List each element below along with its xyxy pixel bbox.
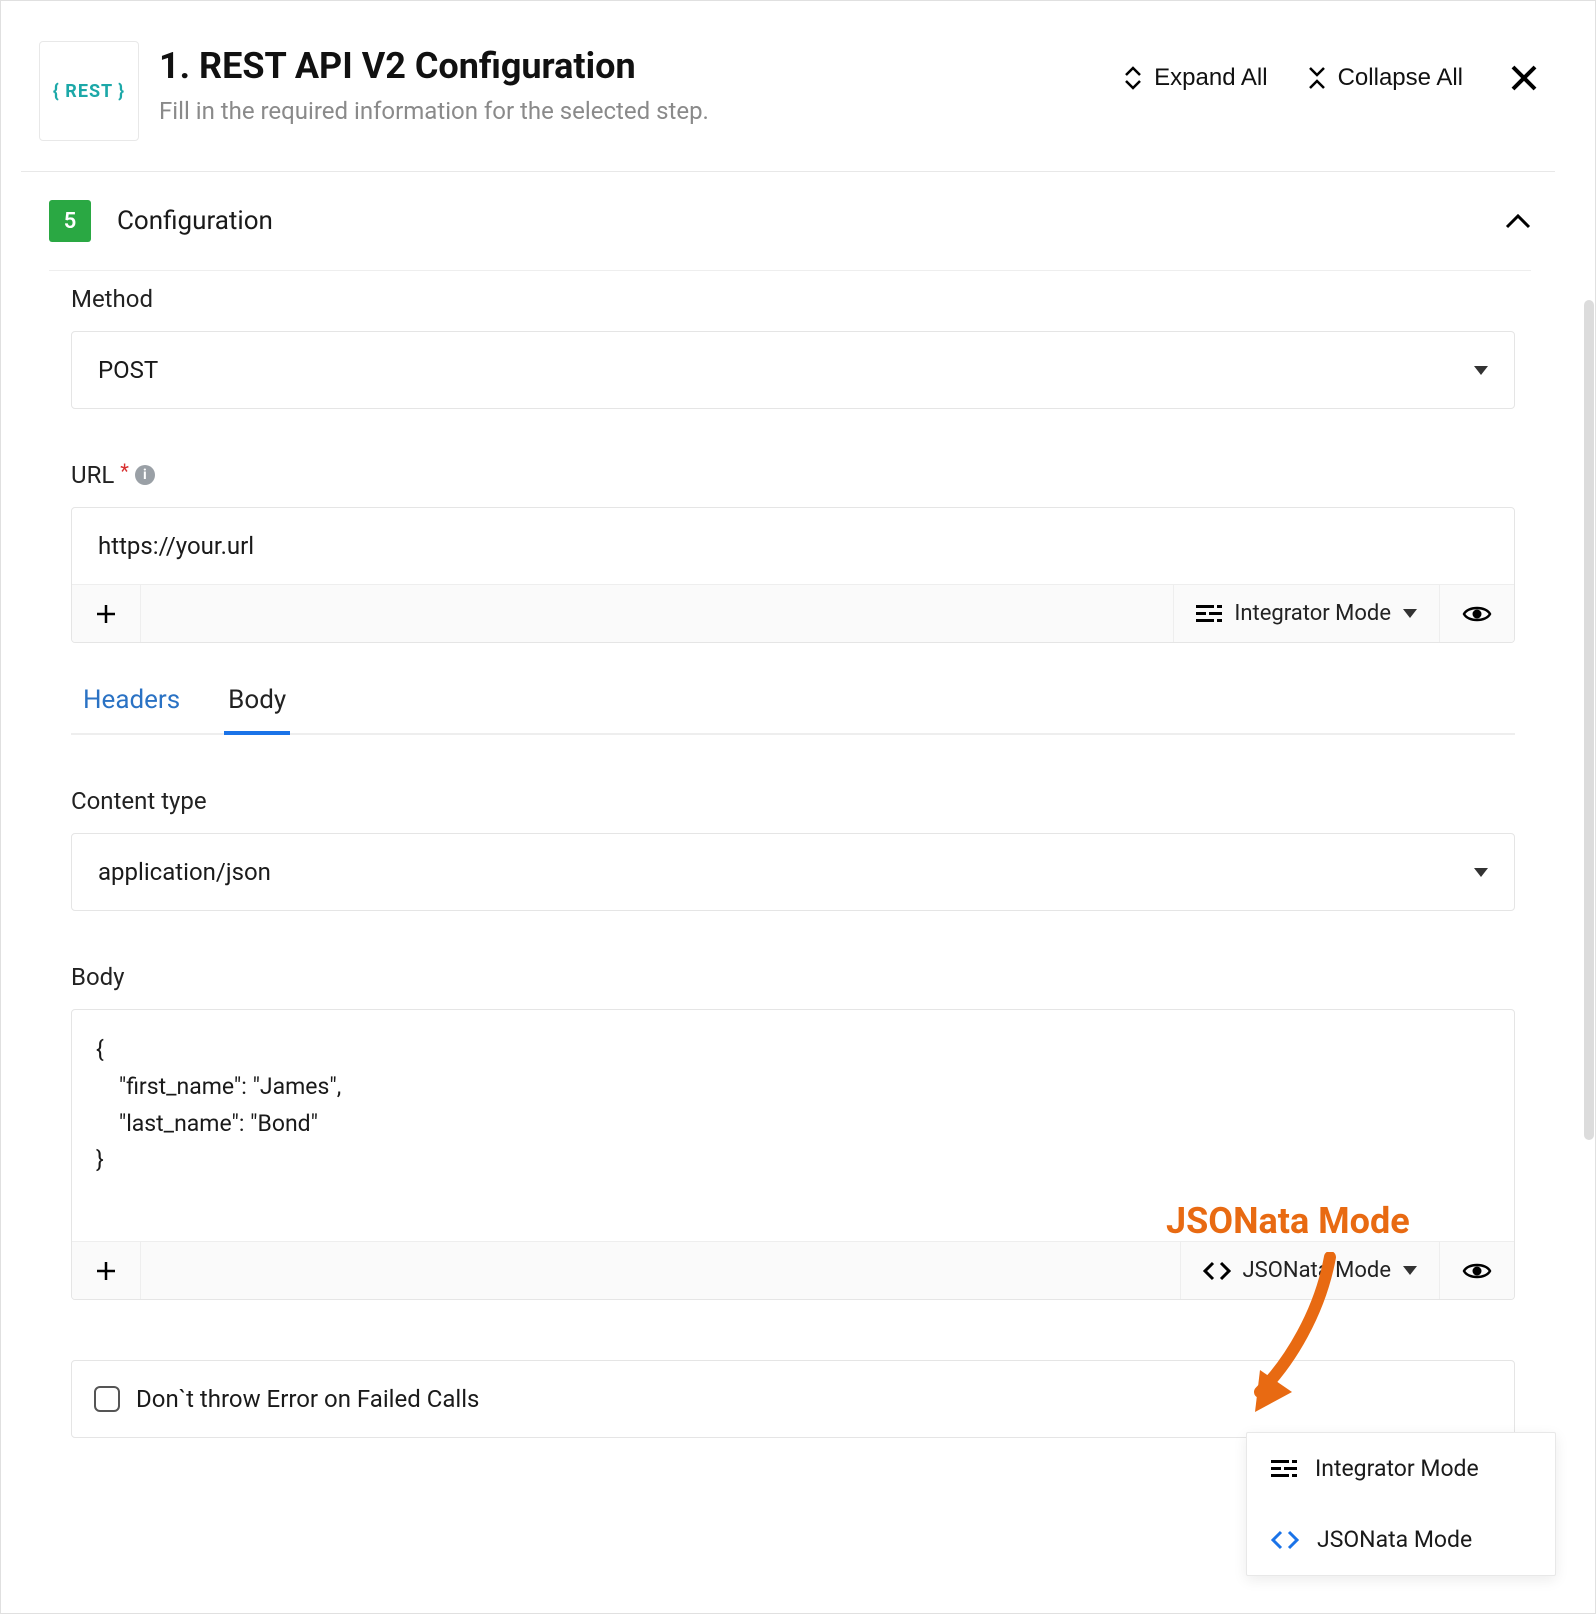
dropdown-item-integrator[interactable]: Integrator Mode bbox=[1247, 1433, 1555, 1504]
collapse-icon bbox=[1308, 65, 1326, 91]
scrollbar[interactable] bbox=[1584, 300, 1594, 1140]
required-asterisk: * bbox=[120, 459, 129, 483]
url-value: https://your.url bbox=[98, 532, 254, 560]
expand-all-label: Expand All bbox=[1154, 64, 1267, 92]
checkbox-label: Don`t throw Error on Failed Calls bbox=[136, 1385, 479, 1413]
chevron-down-icon bbox=[1403, 1266, 1417, 1275]
expand-all-button[interactable]: Expand All bbox=[1124, 64, 1267, 92]
eye-icon bbox=[1462, 1261, 1492, 1281]
collapse-all-button[interactable]: Collapse All bbox=[1308, 64, 1463, 92]
chevron-down-icon bbox=[1474, 366, 1488, 375]
add-button[interactable] bbox=[72, 1242, 141, 1299]
body-line: } bbox=[96, 1142, 1490, 1179]
expand-icon bbox=[1124, 65, 1142, 91]
content-type-select[interactable]: application/json bbox=[71, 833, 1515, 911]
tab-headers[interactable]: Headers bbox=[83, 685, 180, 733]
body-line: { bbox=[96, 1032, 1490, 1069]
integrator-icon bbox=[1271, 1459, 1297, 1479]
url-mode-selector[interactable]: Integrator Mode bbox=[1173, 585, 1440, 642]
plus-icon bbox=[94, 1259, 118, 1283]
dropdown-item-label: Integrator Mode bbox=[1315, 1455, 1479, 1482]
method-label: Method bbox=[71, 285, 1515, 313]
body-line: "last_name": "Bond" bbox=[96, 1106, 1490, 1143]
panel-header: { REST } 1. REST API V2 Configuration Fi… bbox=[21, 11, 1555, 172]
url-mode-label: Integrator Mode bbox=[1234, 601, 1391, 626]
eye-icon bbox=[1462, 604, 1492, 624]
collapse-all-label: Collapse All bbox=[1338, 64, 1463, 92]
close-button[interactable] bbox=[1503, 63, 1545, 93]
integrator-icon bbox=[1196, 604, 1222, 624]
chevron-down-icon bbox=[1474, 868, 1488, 877]
url-field-group: https://your.url Integrator Mode bbox=[71, 507, 1515, 643]
mode-dropdown: Integrator Mode JSONata Mode bbox=[1246, 1432, 1556, 1576]
chevron-down-icon bbox=[1403, 609, 1417, 618]
close-icon bbox=[1509, 63, 1539, 93]
info-icon[interactable]: i bbox=[135, 465, 155, 485]
tab-bar: Headers Body bbox=[71, 663, 1515, 735]
panel-title: 1. REST API V2 Configuration bbox=[159, 45, 1104, 87]
component-logo: { REST } bbox=[39, 41, 139, 141]
body-label: Body bbox=[71, 963, 1515, 991]
url-input[interactable]: https://your.url bbox=[72, 508, 1514, 584]
body-line: "first_name": "James", bbox=[96, 1069, 1490, 1106]
chevron-up-icon bbox=[1505, 213, 1531, 229]
tab-body[interactable]: Body bbox=[228, 685, 286, 733]
method-value: POST bbox=[98, 356, 158, 384]
preview-button[interactable] bbox=[1440, 585, 1514, 642]
logo-text: { REST } bbox=[53, 81, 125, 102]
dropdown-item-jsonata[interactable]: JSONata Mode bbox=[1247, 1504, 1555, 1575]
section-title: Configuration bbox=[117, 206, 273, 236]
content-type-label: Content type bbox=[71, 787, 1515, 815]
plus-icon bbox=[94, 602, 118, 626]
annotation-label: JSONata Mode bbox=[1166, 1200, 1410, 1242]
code-icon bbox=[1271, 1530, 1299, 1550]
url-label-text: URL bbox=[71, 461, 114, 489]
section-header-configuration[interactable]: 5 Configuration bbox=[21, 172, 1555, 270]
content-type-value: application/json bbox=[98, 858, 271, 886]
checkbox-icon bbox=[94, 1386, 120, 1412]
url-label: URL* i bbox=[71, 461, 1515, 489]
panel-subtitle: Fill in the required information for the… bbox=[159, 97, 1104, 125]
annotation-arrow bbox=[1220, 1252, 1350, 1422]
method-select[interactable]: POST bbox=[71, 331, 1515, 409]
dropdown-item-label: JSONata Mode bbox=[1317, 1526, 1472, 1553]
add-button[interactable] bbox=[72, 585, 141, 642]
preview-button[interactable] bbox=[1440, 1242, 1514, 1299]
step-badge: 5 bbox=[49, 200, 91, 242]
